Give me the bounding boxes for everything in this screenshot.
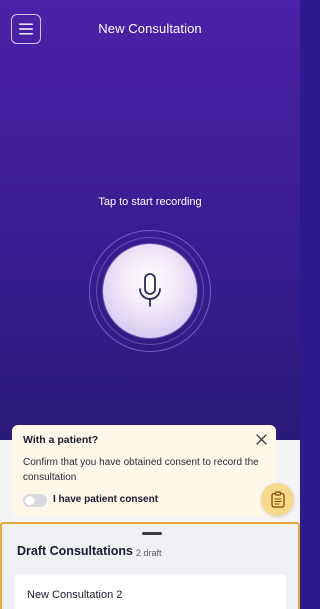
patient-consent-label[interactable]: I have patient consent <box>53 494 158 505</box>
close-icon <box>255 433 267 445</box>
microphone-icon <box>139 273 161 307</box>
clipboard-button[interactable] <box>261 483 294 516</box>
close-consent-button[interactable] <box>254 432 268 446</box>
draft-consultations-sheet[interactable]: Draft Consultations 2 draft New Consulta… <box>0 522 300 609</box>
clipboard-icon <box>270 491 285 508</box>
recording-background <box>0 0 300 440</box>
drafts-count-badge: 2 draft <box>136 548 162 558</box>
patient-consent-toggle[interactable] <box>23 494 47 507</box>
toggle-knob <box>24 495 35 506</box>
record-button[interactable] <box>103 244 197 338</box>
hamburger-menu-icon <box>19 23 33 35</box>
consent-description: Confirm that you have obtained consent t… <box>23 457 259 483</box>
menu-button[interactable] <box>11 14 41 44</box>
consent-title: With a patient? <box>23 434 99 446</box>
patient-consent-card: With a patient? Confirm that you have ob… <box>12 425 276 517</box>
page-title: New Consultation <box>98 21 202 36</box>
sheet-drag-handle[interactable] <box>142 532 162 535</box>
draft-name: New Consultation 2 <box>27 589 123 601</box>
recording-prompt: Tap to start recording <box>98 196 202 208</box>
drafts-title: Draft Consultations <box>17 544 133 558</box>
draft-list-item[interactable]: New Consultation 2 <box>14 574 286 609</box>
consultation-screen: New Consultation Tap to start recording … <box>0 0 300 609</box>
